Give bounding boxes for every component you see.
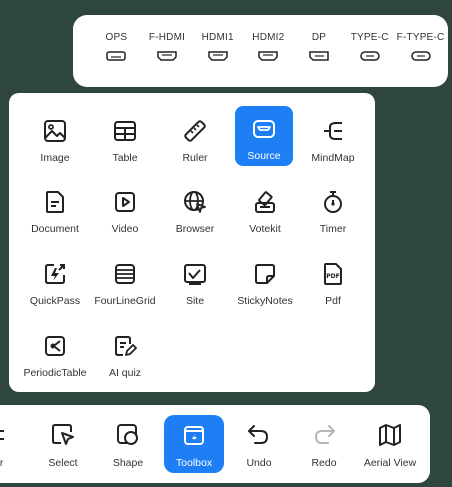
undo-label: Undo xyxy=(246,457,272,469)
timer-icon xyxy=(324,191,342,213)
tool-timer[interactable]: Timer xyxy=(297,179,369,237)
redo-icon xyxy=(314,425,335,444)
aerial-view-icon xyxy=(379,424,401,446)
tool-label: Document xyxy=(31,223,79,235)
mindmap-icon xyxy=(324,122,342,140)
source-label: F-HDMI xyxy=(148,32,186,43)
svg-text:PDF: PDF xyxy=(326,273,339,280)
tool-table[interactable]: Table xyxy=(89,108,161,166)
votekit-icon xyxy=(255,191,275,213)
ruler-icon xyxy=(184,120,206,142)
ai-quiz-icon xyxy=(115,336,137,356)
usb-c-port-icon xyxy=(410,51,431,61)
tool-video[interactable]: Video xyxy=(89,179,161,237)
source-label: F-TYPE-C xyxy=(396,32,445,43)
source-label: HDMI1 xyxy=(201,32,234,43)
shape-button[interactable]: Shape xyxy=(98,415,158,473)
tool-label: AI quiz xyxy=(108,367,142,379)
tool-label: Site xyxy=(185,295,205,307)
video-icon xyxy=(115,192,135,212)
ops-port-icon xyxy=(106,51,127,61)
select-icon xyxy=(52,424,74,445)
aerial-view-label: Aerial View xyxy=(363,457,417,469)
periodic-table-icon xyxy=(45,336,65,356)
source-bar: OPS F-HDMI HDMI1 HDMI2 DP TYPE-C F-TYPE-… xyxy=(73,15,448,87)
tool-label: Pdf xyxy=(325,295,341,307)
source-f-type-c[interactable]: F-TYPE-C xyxy=(397,15,444,61)
redo-button[interactable]: Redo xyxy=(294,415,354,473)
tool-label: Table xyxy=(112,152,138,164)
toolbox-icon xyxy=(184,426,204,445)
tool-source[interactable]: Source xyxy=(235,106,293,166)
tool-label: Ruler xyxy=(182,152,208,164)
tool-periodic-table[interactable]: PeriodicTable xyxy=(19,323,91,381)
tool-votekit[interactable]: Votekit xyxy=(229,179,301,237)
hdmi-port-icon xyxy=(258,51,279,61)
tool-four-line-grid[interactable]: FourLineGrid xyxy=(89,251,161,309)
toolbox-label: Toolbox xyxy=(175,457,213,469)
tool-label: FourLineGrid xyxy=(94,295,156,307)
hdmi-port-icon xyxy=(157,51,177,61)
source-hdmi2[interactable]: HDMI2 xyxy=(245,15,292,61)
tool-label: Source xyxy=(247,150,281,162)
tool-document[interactable]: Document xyxy=(19,179,91,237)
select-label: Select xyxy=(48,457,78,469)
tool-image[interactable]: Image xyxy=(19,108,91,166)
dp-port-icon xyxy=(309,51,329,61)
tool-sticky-notes[interactable]: StickyNotes xyxy=(229,251,301,309)
pdf-icon: PDF xyxy=(324,263,342,285)
hdmi-port-icon xyxy=(207,51,228,61)
source-f-hdmi[interactable]: F-HDMI xyxy=(144,15,191,61)
usb-c-port-icon xyxy=(359,51,380,61)
toolbox-panel: Image Table Ruler Source MindMap Documen… xyxy=(9,93,375,392)
tool-pdf[interactable]: PDF Pdf xyxy=(297,251,369,309)
select-button[interactable]: Select xyxy=(33,415,93,473)
tool-label: StickyNotes xyxy=(237,295,293,307)
tool-ruler[interactable]: Ruler xyxy=(159,108,231,166)
source-type-c[interactable]: TYPE-C xyxy=(346,15,393,61)
image-icon xyxy=(44,120,66,142)
tool-label: Browser xyxy=(175,223,215,235)
source-label: DP xyxy=(311,32,327,43)
aerial-view-button[interactable]: Aerial View xyxy=(360,415,420,473)
sticky-notes-icon xyxy=(255,264,275,284)
browser-icon xyxy=(184,191,206,213)
shape-label: Shape xyxy=(112,457,144,469)
tool-browser[interactable]: Browser xyxy=(159,179,231,237)
source-label: HDMI2 xyxy=(252,32,285,43)
tool-site[interactable]: Site xyxy=(159,251,231,309)
source-label: OPS xyxy=(105,32,128,43)
clipped-tool[interactable]: er xyxy=(0,421,10,475)
bottom-toolbar: er Select Shape Toolbox Undo xyxy=(0,405,430,483)
redo-label: Redo xyxy=(311,457,337,469)
tool-label: Votekit xyxy=(249,223,281,235)
four-line-grid-icon xyxy=(115,264,135,284)
tool-mindmap[interactable]: MindMap xyxy=(297,108,369,166)
quickpass-icon xyxy=(45,264,65,284)
source-dp[interactable]: DP xyxy=(296,15,343,61)
site-icon xyxy=(184,264,206,285)
clipped-tool-icon xyxy=(0,430,4,440)
clipped-tool-label: er xyxy=(0,457,4,469)
tool-quickpass[interactable]: QuickPass xyxy=(19,251,91,309)
tool-label: Image xyxy=(40,152,70,164)
source-label: TYPE-C xyxy=(350,32,389,43)
tool-label: Timer xyxy=(319,223,347,235)
tool-ai-quiz[interactable]: AI quiz xyxy=(89,323,161,381)
source-ops[interactable]: OPS xyxy=(93,15,140,61)
document-icon xyxy=(46,191,64,213)
tool-label: MindMap xyxy=(311,152,355,164)
tool-label: Video xyxy=(111,223,139,235)
table-icon xyxy=(114,121,136,141)
tool-label: PeriodicTable xyxy=(23,367,87,379)
undo-icon xyxy=(248,425,269,444)
source-hdmi1[interactable]: HDMI1 xyxy=(194,15,241,61)
toolbox-button[interactable]: Toolbox xyxy=(164,415,224,473)
undo-button[interactable]: Undo xyxy=(229,415,289,473)
shape-icon xyxy=(117,424,138,445)
tool-label: QuickPass xyxy=(29,295,81,307)
source-icon xyxy=(253,120,275,138)
